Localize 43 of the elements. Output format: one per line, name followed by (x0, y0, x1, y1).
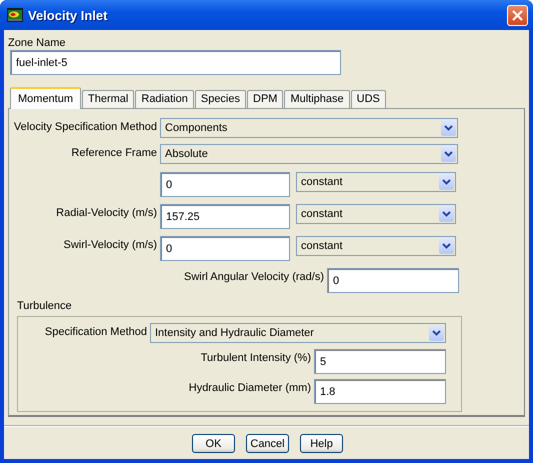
field-label: Specification Method (44, 326, 147, 338)
chevron-down-icon (444, 125, 453, 131)
chevron-down-icon (442, 179, 451, 185)
tab[interactable]: Multiphase (284, 90, 350, 108)
input-field[interactable]: fuel-inlet-5 (10, 50, 341, 75)
field-label: Zone Name (8, 36, 66, 50)
input-field[interactable]: 5 (314, 349, 446, 374)
section-label: Turbulence (17, 300, 73, 314)
tab[interactable]: UDS (350, 90, 386, 108)
app-icon (7, 8, 23, 22)
dropdown[interactable]: Absolute (160, 144, 458, 164)
field-label: Turbulent Intensity (%) (200, 352, 311, 364)
field-label: Hydraulic Diameter (mm) (188, 382, 311, 394)
field-label: Radial-Velocity (m/s) (56, 207, 157, 219)
input-field[interactable]: 0 (160, 236, 290, 261)
field-label: Swirl-Velocity (m/s) (63, 239, 157, 251)
button[interactable]: Cancel (246, 434, 289, 453)
tab[interactable]: Thermal (82, 90, 134, 108)
chevron-down-icon (444, 151, 453, 157)
window-title: Velocity Inlet (28, 8, 108, 22)
input-field[interactable]: 1.8 (314, 379, 446, 404)
button[interactable]: OK (192, 434, 235, 453)
field-label: Velocity Specification Method (14, 121, 157, 133)
tab[interactable]: Momentum (10, 87, 82, 109)
chevron-down-icon (442, 211, 451, 217)
input-field[interactable]: 0 (160, 172, 290, 197)
input-field[interactable]: 157.25 (160, 204, 290, 229)
chevron-down-icon (442, 243, 451, 249)
dropdown[interactable]: constant (296, 172, 456, 192)
chevron-down-icon (432, 330, 441, 336)
field-label: Swirl Angular Velocity (rad/s) (184, 271, 324, 283)
button[interactable]: Help (300, 434, 343, 453)
dropdown[interactable]: Components (160, 118, 458, 138)
tab[interactable]: Species (194, 90, 246, 108)
dropdown[interactable]: constant (296, 204, 456, 224)
tab[interactable]: Radiation (135, 90, 194, 108)
input-field[interactable]: 0 (327, 268, 459, 293)
close-button[interactable] (507, 4, 528, 26)
close-icon (512, 10, 523, 20)
dropdown[interactable]: Intensity and Hydraulic Diameter (150, 323, 446, 343)
tab[interactable]: DPM (247, 90, 284, 108)
dropdown[interactable]: constant (296, 236, 456, 256)
field-label: Reference Frame (71, 147, 157, 159)
